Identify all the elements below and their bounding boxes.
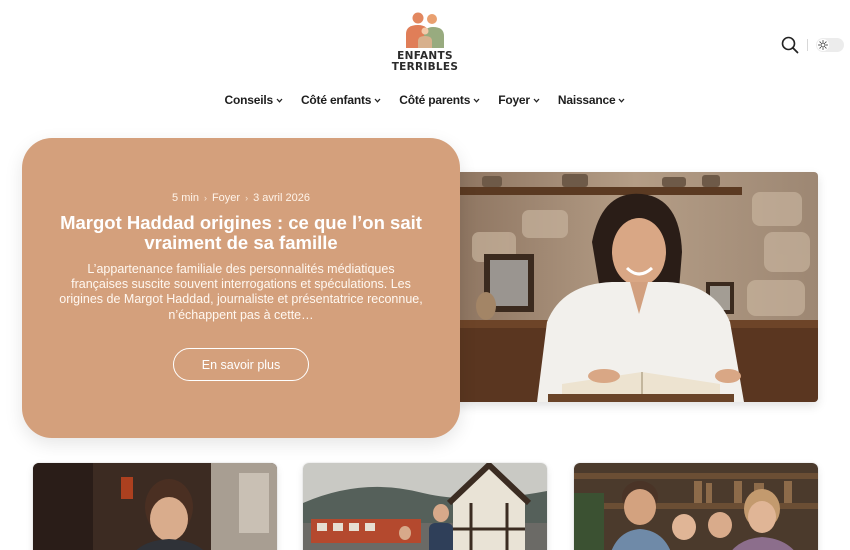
meta-separator: ›	[203, 193, 207, 203]
post-card-1[interactable]	[33, 463, 277, 550]
chevron-down-icon	[276, 98, 283, 103]
nav-label: Foyer	[498, 93, 530, 107]
meta-separator: ›	[245, 193, 249, 203]
post-card-2[interactable]	[303, 463, 547, 550]
sun-icon	[818, 40, 828, 50]
nav-item-conseils[interactable]: Conseils	[225, 93, 283, 107]
logo-line-2: TERRIBLES	[391, 61, 459, 73]
site-logo[interactable]: ENFANTS TERRIBLES	[388, 12, 462, 76]
nav-item-cote-enfants[interactable]: Côté enfants	[301, 93, 381, 107]
nav-item-naissance[interactable]: Naissance	[558, 93, 626, 107]
main-nav: Conseils Côté enfants Côté parents Foyer…	[0, 93, 850, 107]
post-excerpt: L’appartenance familiale des personnalit…	[59, 262, 423, 322]
search-icon[interactable]	[781, 36, 799, 54]
site-header: ENFANTS TERRIBLES Conseils Côté enfants …	[0, 0, 850, 130]
read-more-button[interactable]: En savoir plus	[173, 348, 309, 381]
nav-label: Côté parents	[399, 93, 471, 107]
family-logo-icon	[406, 12, 444, 48]
chevron-down-icon	[533, 98, 540, 103]
post-date: 3 avril 2026	[253, 192, 310, 204]
toggle-knob	[817, 39, 829, 51]
post-card-3[interactable]	[574, 463, 818, 550]
category-link[interactable]: Foyer	[212, 192, 240, 204]
hero-image[interactable]	[452, 172, 818, 402]
hero-card: 5 min › Foyer › 3 avril 2026 Margot Hadd…	[22, 138, 460, 438]
header-tools	[781, 36, 844, 54]
post-thumbnail	[33, 463, 277, 550]
logo-wordmark: ENFANTS TERRIBLES	[388, 51, 462, 73]
nav-label: Conseils	[224, 93, 274, 107]
nav-item-foyer[interactable]: Foyer	[498, 93, 540, 107]
nav-label: Côté enfants	[300, 93, 372, 107]
post-meta: 5 min › Foyer › 3 avril 2026	[22, 192, 460, 204]
chevron-down-icon	[618, 98, 625, 103]
nav-item-cote-parents[interactable]: Côté parents	[399, 93, 480, 107]
dark-mode-toggle[interactable]	[816, 38, 844, 52]
nav-label: Naissance	[557, 93, 616, 107]
read-time: 5 min	[172, 192, 199, 204]
tools-divider	[807, 39, 808, 51]
post-thumbnail	[303, 463, 547, 550]
chevron-down-icon	[374, 98, 381, 103]
post-thumbnail	[574, 463, 818, 550]
post-title[interactable]: Margot Haddad origines : ce que l’on sai…	[52, 213, 430, 253]
chevron-down-icon	[473, 98, 480, 103]
hero-photo	[452, 172, 818, 402]
